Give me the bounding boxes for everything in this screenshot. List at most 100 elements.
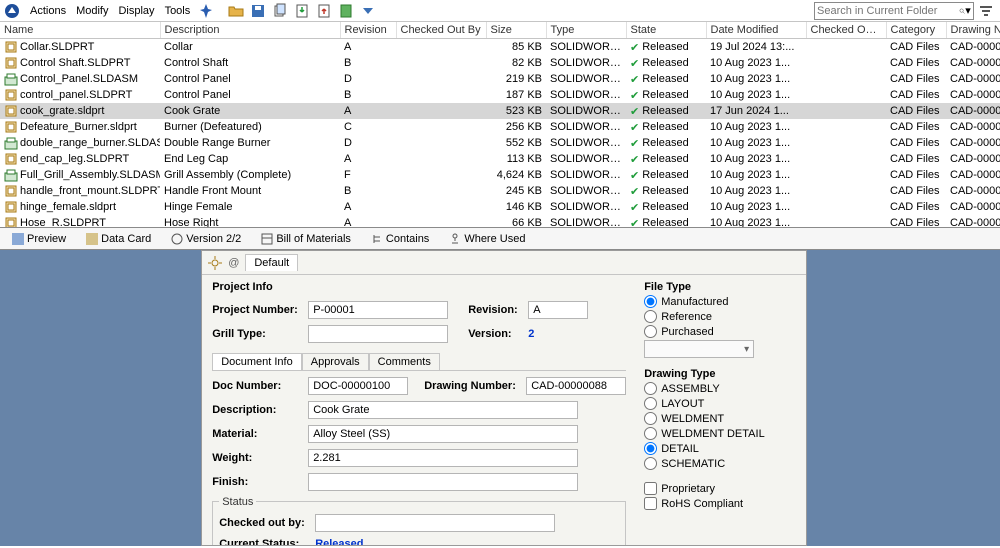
unknown-green-icon[interactable] [337,2,355,20]
drawing-type-radio[interactable] [644,382,657,395]
checkout-icon[interactable] [315,2,333,20]
tab-preview[interactable]: Preview [6,231,72,247]
doctab-approvals[interactable]: Approvals [302,353,369,370]
project-number-field[interactable] [308,301,448,319]
file-name: Defeature_Burner.sldprt [20,121,137,133]
cell-revision: C [340,119,396,135]
checkin-icon[interactable] [293,2,311,20]
cell-type: SOLIDWORKS ... [546,87,626,103]
state-ok-icon: ✔ [630,217,639,229]
cell-category: CAD Files [886,151,946,167]
table-row[interactable]: Collar.SLDPRTCollarA85 KBSOLIDWORKS ...✔… [0,39,1000,56]
cell-description: Collar [160,39,340,56]
grill-type-field[interactable] [308,325,448,343]
cell-size: 187 KB [486,87,546,103]
column-header[interactable]: Size [486,22,546,39]
weight-field[interactable] [308,449,578,467]
tab-bom[interactable]: Bill of Materials [255,231,357,247]
cell-drawing-number: CAD-00000084 [946,39,1000,56]
table-row[interactable]: handle_front_mount.SLDPRTHandle Front Mo… [0,183,1000,199]
table-row[interactable]: Hose_R.SLDPRTHose RightA66 KBSOLIDWORKS … [0,215,1000,228]
column-header[interactable]: Drawing Num... [946,22,1000,39]
status-group-title: Status [219,496,256,508]
menu-tools[interactable]: Tools [161,3,195,19]
folder-open-icon[interactable] [227,2,245,20]
column-header[interactable]: Name [0,22,160,39]
column-header[interactable]: Description [160,22,340,39]
filter-icon[interactable] [977,2,995,20]
column-header[interactable]: Category [886,22,946,39]
part-icon [4,200,18,214]
column-header[interactable]: State [626,22,706,39]
column-header[interactable]: Type [546,22,626,39]
radio-label: SCHEMATIC [661,458,725,470]
column-header[interactable]: Checked Out By [396,22,486,39]
tab-version[interactable]: Version 2/2 [165,231,247,247]
cell-date-modified: 19 Jul 2024 13:... [706,39,806,56]
menu-modify[interactable]: Modify [72,3,112,19]
column-header[interactable]: Checked Out In [806,22,886,39]
file-name: Control_Panel.SLDASM [20,73,138,85]
drawing-type-radio[interactable] [644,442,657,455]
table-row[interactable]: end_cap_leg.SLDPRTEnd Leg CapA113 KBSOLI… [0,151,1000,167]
table-row[interactable]: Defeature_Burner.sldprtBurner (Defeature… [0,119,1000,135]
menu-display[interactable]: Display [114,3,158,19]
table-row[interactable]: Control Shaft.SLDPRTControl ShaftB82 KBS… [0,55,1000,71]
doctab-comments[interactable]: Comments [369,353,440,370]
search-box[interactable]: ▾ [814,2,974,20]
cell-checked-out-in [806,199,886,215]
checked-out-by-field[interactable] [315,514,555,532]
search-input[interactable] [817,5,959,17]
drawing-type-radio[interactable] [644,427,657,440]
part-icon [4,40,18,54]
proprietary-checkbox[interactable] [644,482,657,495]
pin-icon[interactable] [197,2,215,20]
drawing-number-field[interactable] [526,377,626,395]
cell-revision: B [340,183,396,199]
doctab-document-info[interactable]: Document Info [212,353,302,370]
card-tab-default[interactable]: Default [245,254,298,271]
file-type-radio[interactable] [644,295,657,308]
table-row[interactable]: Full_Grill_Assembly.SLDASMGrill Assembly… [0,167,1000,183]
copy-icon[interactable] [271,2,289,20]
drawing-type-radio[interactable] [644,457,657,470]
finish-field[interactable] [308,473,578,491]
file-type-radio[interactable] [644,310,657,323]
rohs-checkbox[interactable] [644,497,657,510]
table-row[interactable]: cook_grate.sldprtCook GrateA523 KBSOLIDW… [0,103,1000,119]
cell-category: CAD Files [886,183,946,199]
tab-data-card[interactable]: Data Card [80,231,157,247]
table-row[interactable]: Control_Panel.SLDASMControl PanelD219 KB… [0,71,1000,87]
detail-tabs[interactable]: Preview Data Card Version 2/2 Bill of Ma… [0,228,1000,250]
table-row[interactable]: hinge_female.sldprtHinge FemaleA146 KBSO… [0,199,1000,215]
table-row[interactable]: double_range_burner.SLDASMDouble Range B… [0,135,1000,151]
cell-drawing-number: CAD-00000093 [946,183,1000,199]
column-header[interactable]: Date Modified [706,22,806,39]
table-row[interactable]: control_panel.SLDPRTControl PanelB187 KB… [0,87,1000,103]
file-list[interactable]: NameDescriptionRevisionChecked Out BySiz… [0,22,1000,228]
tab-contains[interactable]: Contains [365,231,435,247]
state-ok-icon: ✔ [630,73,639,86]
state-ok-icon: ✔ [630,57,639,70]
drawing-type-radio[interactable] [644,397,657,410]
file-type-extra-select[interactable]: ▾ [644,340,754,358]
tab-where-used[interactable]: Where Used [443,231,531,247]
part-icon [4,216,18,228]
column-header[interactable]: Revision [340,22,396,39]
search-dropdown-icon[interactable]: ▾ [965,4,971,17]
cell-type: SOLIDWORKS ... [546,55,626,71]
save-icon[interactable] [249,2,267,20]
at-config-icon[interactable]: @ [228,257,239,269]
menu-actions[interactable]: Actions [26,3,70,19]
dropdown-arrow-icon[interactable] [359,2,377,20]
revision-field[interactable] [528,301,588,319]
description-field[interactable] [308,401,578,419]
gear-icon[interactable] [208,256,222,270]
file-type-radio[interactable] [644,325,657,338]
drawing-type-radio[interactable] [644,412,657,425]
radio-label: Manufactured [661,296,728,308]
material-field[interactable] [308,425,578,443]
cell-drawing-number: CAD-00000085 [946,55,1000,71]
cell-description: Cook Grate [160,103,340,119]
doc-number-field[interactable] [308,377,408,395]
